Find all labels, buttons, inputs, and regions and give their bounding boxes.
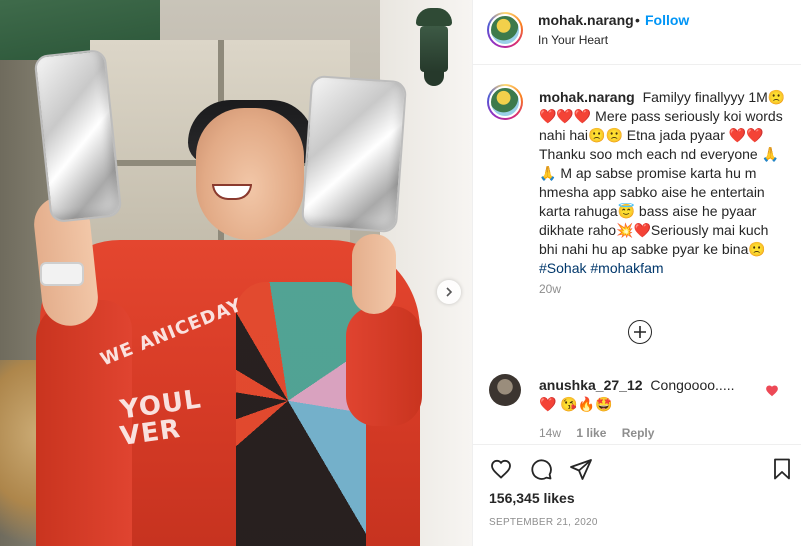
- bookmark-icon[interactable]: [770, 457, 794, 481]
- caption: mohak.narang Familyy finallyyy 1M🙁 ❤️❤️❤…: [539, 88, 787, 278]
- comment-timestamp[interactable]: 14w: [539, 426, 561, 440]
- heart-icon[interactable]: [489, 457, 513, 481]
- share-icon[interactable]: [569, 457, 593, 481]
- right-arm: [352, 234, 396, 314]
- comment-username[interactable]: anushka_27_12: [539, 377, 643, 393]
- location-link[interactable]: In Your Heart: [538, 33, 608, 47]
- face: [196, 108, 304, 240]
- comment-icon[interactable]: [529, 457, 553, 481]
- plus-circle-icon[interactable]: [628, 320, 652, 344]
- likes-count[interactable]: 156,345 likes: [489, 490, 575, 506]
- watch: [40, 262, 84, 286]
- comments-section[interactable]: mohak.narang Familyy finallyyy 1M🙁 ❤️❤️❤…: [473, 66, 801, 444]
- post-date[interactable]: SEPTEMBER 21, 2020: [489, 517, 598, 528]
- chevron-right-icon[interactable]: [437, 280, 461, 304]
- avatar[interactable]: [489, 374, 521, 406]
- jacket-sleeve-right: [346, 306, 422, 426]
- caption-timestamp[interactable]: 20w: [539, 282, 561, 296]
- follow-button[interactable]: Follow: [645, 12, 689, 28]
- lamp: [408, 8, 460, 98]
- balloon-letter-m: [300, 74, 408, 234]
- comment-meta: 14w 1 like Reply: [539, 426, 666, 440]
- comment: anushka_27_12 Congoooo.....❤️ 😘🔥🤩: [539, 376, 749, 414]
- avatar[interactable]: [487, 12, 523, 48]
- post-photo[interactable]: WE ANICEDAY YOUL VER: [0, 0, 472, 546]
- post-panel: mohak.narang • Follow In Your Heart moha…: [472, 0, 801, 546]
- heart-icon[interactable]: [765, 384, 779, 398]
- avatar[interactable]: [487, 84, 523, 120]
- post-header: mohak.narang • Follow In Your Heart: [473, 0, 801, 65]
- comment-like-count[interactable]: 1 like: [576, 426, 606, 440]
- reply-button[interactable]: Reply: [622, 426, 655, 440]
- caption-text: Familyy finallyyy 1M🙁 ❤️❤️❤️ Mere pass s…: [539, 89, 786, 257]
- caption-hashtags[interactable]: #Sohak #mohakfam: [539, 260, 664, 276]
- header-username[interactable]: mohak.narang: [538, 12, 634, 28]
- separator-dot: •: [635, 12, 640, 28]
- caption-username[interactable]: mohak.narang: [539, 89, 635, 105]
- action-bar: 156,345 likes SEPTEMBER 21, 2020: [473, 444, 801, 546]
- jacket-artwork: [236, 282, 366, 546]
